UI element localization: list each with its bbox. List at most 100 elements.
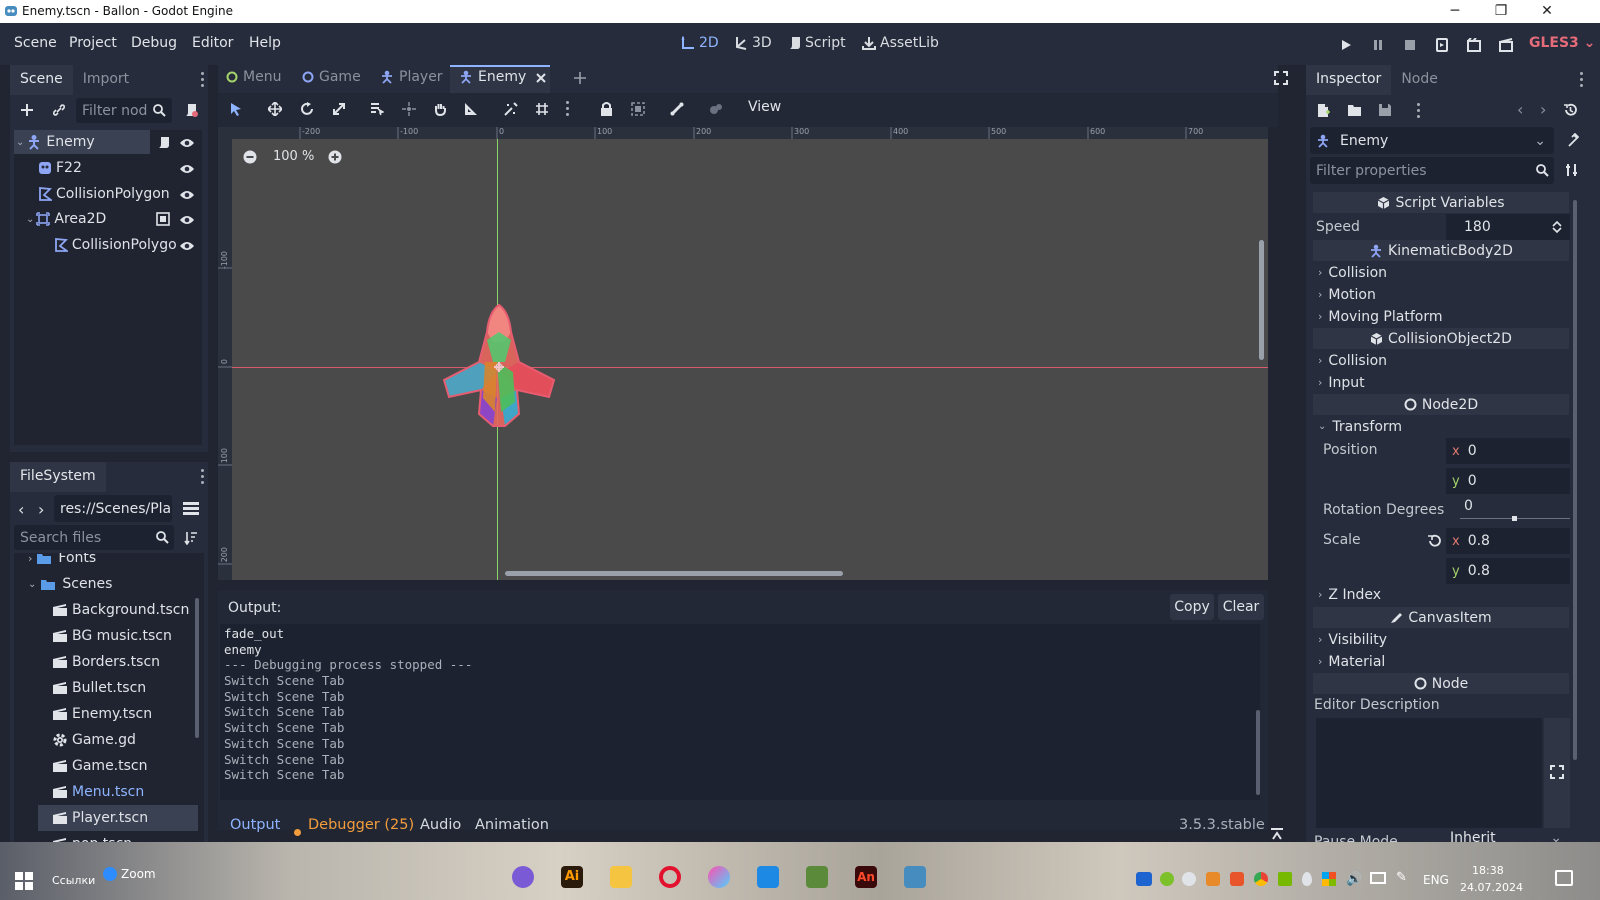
viewport-v-scrollbar[interactable] — [1259, 240, 1264, 360]
group-collision[interactable]: › Collision — [1318, 262, 1387, 283]
add-node-icon[interactable] — [20, 103, 34, 117]
close-tab-icon[interactable] — [535, 72, 547, 84]
zoom-reset-button[interactable]: 100 % — [273, 149, 314, 164]
list-item[interactable]: BG music.tscn — [38, 623, 198, 649]
workspace-3d-button[interactable]: 3D — [734, 35, 772, 51]
workspace-assetlib-button[interactable]: AssetLib — [862, 35, 939, 51]
godot-taskbar-icon[interactable] — [904, 866, 926, 888]
tab-import[interactable]: Import — [73, 65, 139, 95]
smart-snap-icon[interactable] — [504, 102, 518, 116]
office-tray-icon[interactable] — [1322, 872, 1336, 886]
list-select-icon[interactable] — [370, 102, 384, 116]
rotation-slider[interactable]: 0 — [1460, 496, 1570, 521]
play-scene-icon[interactable] — [1431, 35, 1453, 55]
inspector-scrollbar[interactable] — [1573, 200, 1577, 760]
tab-scene-menu[interactable]: Menu — [226, 69, 281, 85]
workspace-script-button[interactable]: Script — [788, 35, 846, 51]
section-collisionobject2d[interactable]: CollisionObject2D — [1313, 328, 1569, 349]
minecraft-icon[interactable] — [806, 866, 828, 888]
move-mode-icon[interactable] — [268, 102, 282, 116]
select-mode-icon[interactable] — [229, 102, 243, 116]
scale-mode-icon[interactable] — [332, 102, 346, 116]
history-forward-icon[interactable]: › — [1540, 100, 1546, 119]
tab-scene[interactable]: Scene — [10, 65, 73, 95]
sort-icon[interactable] — [184, 531, 198, 545]
chrome-tray-icon[interactable] — [1254, 872, 1268, 886]
lock-icon[interactable] — [600, 101, 613, 116]
visibility-eye-icon[interactable] — [179, 137, 195, 149]
expand-bottom-panel-icon[interactable] — [1270, 827, 1284, 841]
section-canvasitem[interactable]: CanvasItem — [1313, 607, 1569, 628]
visibility-eye-icon[interactable] — [179, 189, 195, 201]
list-item[interactable]: Enemy.tscn — [38, 701, 198, 727]
play-icon[interactable] — [1335, 35, 1357, 55]
menu-debug[interactable]: Debug — [131, 35, 177, 51]
section-kinematicbody2d[interactable]: KinematicBody2D — [1313, 240, 1569, 261]
pen-icon[interactable]: ✎ — [1396, 870, 1407, 885]
viewport-h-scrollbar[interactable] — [505, 571, 843, 576]
expand-icon[interactable] — [1550, 765, 1564, 779]
scale-x-field[interactable]: x 0.8 — [1446, 528, 1570, 554]
2d-viewport[interactable]: -200 -100 0 100 200 300 400 500 600 700 … — [218, 127, 1268, 580]
group-selection-icon[interactable] — [156, 212, 170, 226]
tree-node-area2d[interactable]: ⌄ Area2D — [26, 207, 156, 231]
tree-node-collisionpolygon-2[interactable]: CollisionPolygo — [54, 233, 176, 257]
output-log[interactable]: fade_out enemy --- Debugging process sto… — [220, 624, 1260, 800]
view-menu-button[interactable]: View — [748, 99, 781, 115]
network-icon[interactable] — [1370, 872, 1386, 884]
restore-button[interactable]: ❐ — [1478, 0, 1524, 23]
movie-maker-icon[interactable] — [1495, 35, 1517, 55]
output-scrollbar[interactable] — [1256, 710, 1260, 795]
snap-options-menu-icon[interactable] — [566, 101, 570, 117]
tab-filesystem[interactable]: FileSystem — [10, 462, 106, 492]
photos-icon[interactable] — [757, 866, 779, 888]
visibility-eye-icon[interactable] — [179, 163, 195, 175]
particles-icon[interactable] — [709, 102, 723, 116]
visibility-eye-icon[interactable] — [179, 240, 195, 252]
opera-icon[interactable] — [659, 866, 681, 888]
zoom-in-icon[interactable] — [328, 150, 342, 164]
list-item[interactable]: ⌄ Scenes — [14, 571, 188, 597]
renderer-selector[interactable]: GLES3 ⌄ — [1529, 35, 1595, 51]
paint-icon[interactable] — [708, 866, 730, 888]
group-visibility[interactable]: › Visibility — [1318, 629, 1387, 650]
volume-icon[interactable]: 🔊 — [1346, 872, 1362, 887]
tray-app-icon[interactable] — [1160, 872, 1174, 886]
notifications-icon[interactable] — [1555, 870, 1573, 886]
clock-time[interactable]: 18:38 — [1472, 864, 1504, 877]
rotate-mode-icon[interactable] — [300, 102, 314, 116]
language-indicator[interactable]: ENG — [1423, 873, 1449, 887]
inspector-tools-menu-icon[interactable] — [1417, 103, 1421, 119]
enemy-ship-sprite[interactable] — [439, 302, 559, 432]
attach-script-icon[interactable] — [184, 103, 198, 117]
inspector-menu-icon[interactable] — [1580, 72, 1584, 88]
filesystem-menu-icon[interactable] — [201, 469, 205, 485]
bone-skeleton-icon[interactable] — [670, 102, 684, 116]
tab-scene-game[interactable]: Game — [302, 69, 361, 85]
tray-app-icon[interactable] — [1182, 872, 1196, 886]
list-item-selected[interactable]: Player.tscn — [38, 805, 198, 831]
play-custom-scene-icon[interactable] — [1463, 35, 1485, 55]
visibility-eye-icon[interactable] — [179, 214, 195, 226]
scale-y-field[interactable]: y 0.8 — [1446, 558, 1570, 584]
object-properties-icon[interactable] — [1565, 133, 1579, 147]
revert-icon[interactable] — [1427, 534, 1441, 548]
list-item[interactable]: Background.tscn — [38, 597, 198, 623]
tray-app-icon[interactable] — [1136, 872, 1152, 886]
tree-node-f22[interactable]: F22 — [38, 156, 168, 180]
taskbar-zoom[interactable]: Zoom — [121, 867, 156, 881]
list-item[interactable]: Game.tscn — [38, 753, 198, 779]
menu-scene[interactable]: Scene — [14, 35, 57, 51]
speed-value-field[interactable]: 180 — [1446, 214, 1570, 240]
add-tab-icon[interactable] — [573, 71, 587, 85]
history-back-icon[interactable]: ‹ — [1517, 100, 1523, 119]
pan-hand-icon[interactable] — [433, 102, 447, 116]
chevron-down-icon[interactable]: ⌄ — [16, 137, 24, 148]
open-folder-icon[interactable] — [1347, 103, 1362, 117]
taskbar-links[interactable]: Ссылки — [52, 874, 95, 887]
filesystem-path-field[interactable]: res://Scenes/Pla — [54, 495, 172, 522]
workspace-2d-button[interactable]: 2D — [681, 35, 719, 51]
position-y-field[interactable]: y0 — [1446, 468, 1570, 494]
file-explorer-icon[interactable] — [610, 866, 632, 888]
property-tools-icon[interactable] — [1565, 163, 1579, 177]
